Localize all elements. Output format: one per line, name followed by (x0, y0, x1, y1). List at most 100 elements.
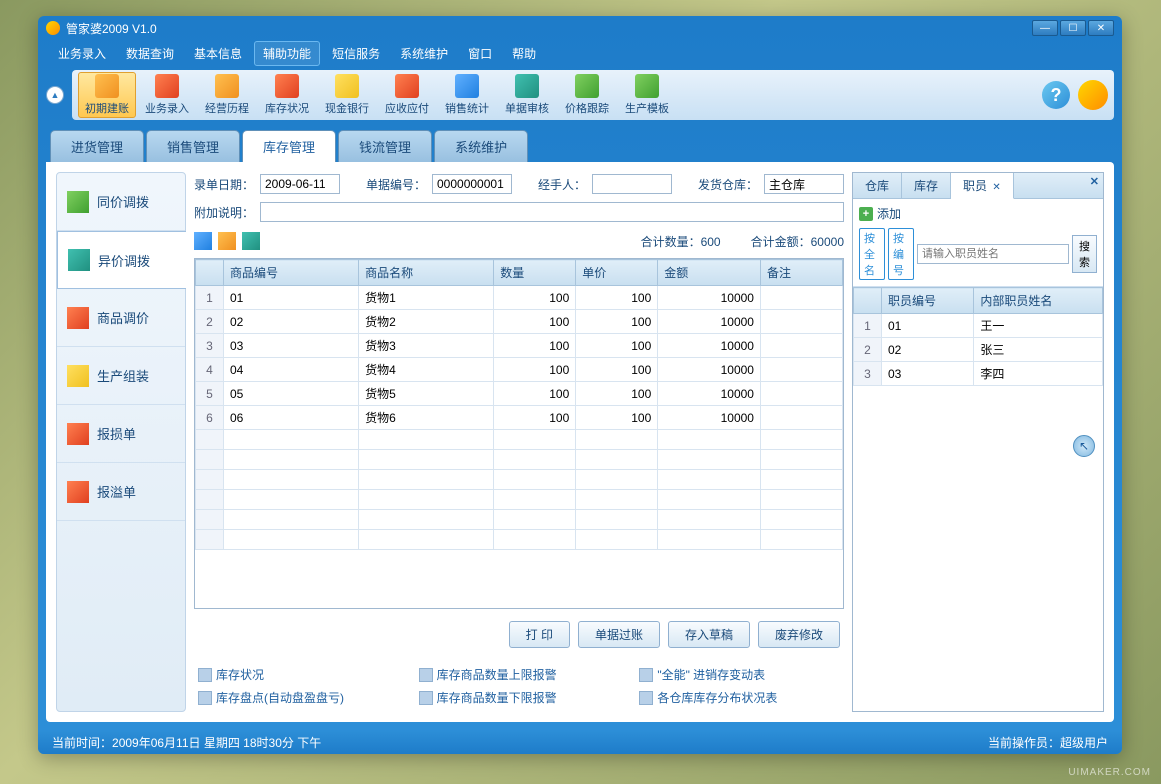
col-header[interactable] (854, 288, 882, 314)
print-button[interactable]: 打 印 (509, 621, 570, 648)
table-row[interactable]: 404货物410010010000 (196, 358, 843, 382)
table-row[interactable]: 101王一 (854, 314, 1103, 338)
menu-item-0[interactable]: 业务录入 (50, 42, 114, 65)
sidebar-item-2[interactable]: 商品调价 (57, 289, 185, 347)
discard-button[interactable]: 废弃修改 (758, 621, 840, 648)
toolbar-btn-5[interactable]: 应收应付 (378, 72, 436, 118)
scroll-up-icon[interactable]: ↖ (1073, 435, 1095, 457)
table-row[interactable] (196, 530, 843, 550)
menu-item-3[interactable]: 辅助功能 (254, 41, 320, 66)
search-input[interactable] (917, 244, 1069, 264)
side-tab-0[interactable]: 仓库 (853, 173, 902, 198)
table-row[interactable]: 202货物210010010000 (196, 310, 843, 334)
link-icon (419, 691, 433, 705)
table-row[interactable]: 101货物110010010000 (196, 286, 843, 310)
toolbar-btn-8[interactable]: 价格跟踪 (558, 72, 616, 118)
menu-item-5[interactable]: 系统维护 (392, 42, 456, 65)
col-header[interactable] (196, 260, 224, 286)
table-row[interactable] (196, 450, 843, 470)
link-0[interactable]: 库存状况 (198, 666, 399, 683)
maximize-button[interactable]: ☐ (1060, 20, 1086, 36)
handler-input[interactable] (592, 174, 672, 194)
sidebar-item-5[interactable]: 报溢单 (57, 463, 185, 521)
table-row[interactable] (196, 470, 843, 490)
sidebar-item-0[interactable]: 同价调拨 (57, 173, 185, 231)
table-row[interactable]: 303李四 (854, 362, 1103, 386)
main-tab-4[interactable]: 系统维护 (434, 130, 528, 162)
picker-icon-2[interactable] (218, 232, 236, 250)
menu-item-6[interactable]: 窗口 (460, 42, 500, 65)
main-tab-3[interactable]: 钱流管理 (338, 130, 432, 162)
help-icon[interactable]: ? (1042, 81, 1070, 109)
table-row[interactable]: 303货物310010010000 (196, 334, 843, 358)
tab-close-icon[interactable]: ✕ (992, 182, 1000, 193)
app-icon (46, 21, 60, 35)
menu-item-7[interactable]: 帮助 (504, 42, 544, 65)
main-grid[interactable]: 商品编号商品名称数量单价金额备注101货物110010010000202货物21… (194, 258, 844, 609)
titlebar[interactable]: 管家婆2009 V1.0 — ☐ ✕ (38, 16, 1122, 40)
table-row[interactable]: 606货物610010010000 (196, 406, 843, 430)
picker-icon-1[interactable] (194, 232, 212, 250)
search-button[interactable]: 搜索 (1072, 235, 1097, 273)
doc-label: 单据编号： (366, 176, 426, 193)
post-button[interactable]: 单据过账 (578, 621, 660, 648)
toolbar-btn-0[interactable]: 初期建账 (78, 72, 136, 118)
draft-button[interactable]: 存入草稿 (668, 621, 750, 648)
add-button[interactable]: + 添加 (859, 205, 1097, 222)
note-input[interactable] (260, 202, 844, 222)
doc-input[interactable] (432, 174, 512, 194)
date-input[interactable] (260, 174, 340, 194)
main-tab-1[interactable]: 销售管理 (146, 130, 240, 162)
col-header[interactable]: 商品名称 (359, 260, 494, 286)
toolbar-btn-1[interactable]: 业务录入 (138, 72, 196, 118)
col-header[interactable]: 单价 (576, 260, 658, 286)
col-header[interactable]: 数量 (494, 260, 576, 286)
sidebar-item-3[interactable]: 生产组装 (57, 347, 185, 405)
table-row[interactable]: 505货物510010010000 (196, 382, 843, 406)
link-3[interactable]: 库存盘点(自动盘盈盘亏) (198, 689, 399, 706)
side-grid[interactable]: 职员编号内部职员姓名101王一202张三303李四 ↖ (853, 287, 1103, 711)
table-row[interactable] (196, 510, 843, 530)
link-5[interactable]: 各仓库库存分布状况表 (639, 689, 840, 706)
table-row[interactable]: 202张三 (854, 338, 1103, 362)
sidebar-item-1[interactable]: 异价调拨 (57, 231, 186, 289)
watermark: UIMAKER.COM (1068, 767, 1151, 778)
side-tabstrip: 仓库库存职员 ✕ (853, 173, 1103, 199)
side-tab-2[interactable]: 职员 ✕ (951, 173, 1014, 199)
sidebar-item-4[interactable]: 报损单 (57, 405, 185, 463)
toolbar-btn-6[interactable]: 销售统计 (438, 72, 496, 118)
side-panel-close-icon[interactable]: ✕ (1090, 175, 1099, 188)
col-header[interactable]: 金额 (658, 260, 761, 286)
side-tab-1[interactable]: 库存 (902, 173, 951, 198)
col-header[interactable]: 职员编号 (882, 288, 974, 314)
warehouse-input[interactable] (764, 174, 844, 194)
col-header[interactable]: 内部职员姓名 (974, 288, 1103, 314)
link-1[interactable]: 库存商品数量上限报警 (419, 666, 620, 683)
table-row[interactable] (196, 430, 843, 450)
col-header[interactable]: 商品编号 (224, 260, 359, 286)
main-tab-2[interactable]: 库存管理 (242, 130, 336, 162)
collapse-toolbar-button[interactable]: ▲ (46, 86, 64, 104)
toolbar-btn-3[interactable]: 库存状况 (258, 72, 316, 118)
menu-item-4[interactable]: 短信服务 (324, 42, 388, 65)
picker-icon-3[interactable] (242, 232, 260, 250)
toolbar-btn-2[interactable]: 经营历程 (198, 72, 256, 118)
main-tabstrip: 进货管理销售管理库存管理钱流管理系统维护 (38, 130, 1122, 162)
main-tab-0[interactable]: 进货管理 (50, 130, 144, 162)
by-code-button[interactable]: 按编号 (888, 228, 914, 280)
link-2[interactable]: "全能" 进销存变动表 (639, 666, 840, 683)
by-fullname-button[interactable]: 按全名 (859, 228, 885, 280)
total-amt-label: 合计金额： (751, 235, 811, 249)
link-4[interactable]: 库存商品数量下限报警 (419, 689, 620, 706)
toolbar-btn-9[interactable]: 生产模板 (618, 72, 676, 118)
menu-item-2[interactable]: 基本信息 (186, 42, 250, 65)
table-row[interactable] (196, 490, 843, 510)
toolbar-btn-7[interactable]: 单据审核 (498, 72, 556, 118)
status-time-value: 2009年06月11日 星期四 18时30分 下午 (112, 736, 321, 750)
link-icon (639, 668, 653, 682)
minimize-button[interactable]: — (1032, 20, 1058, 36)
close-button[interactable]: ✕ (1088, 20, 1114, 36)
col-header[interactable]: 备注 (760, 260, 842, 286)
menu-item-1[interactable]: 数据查询 (118, 42, 182, 65)
toolbar-btn-4[interactable]: 现金银行 (318, 72, 376, 118)
